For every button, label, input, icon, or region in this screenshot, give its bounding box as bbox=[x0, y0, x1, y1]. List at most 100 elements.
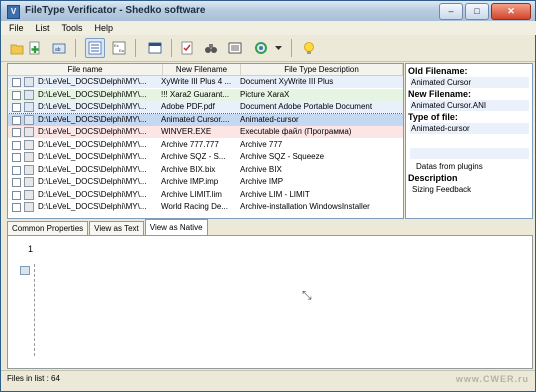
cell-new: XyWrite III Plus 4 ... bbox=[161, 77, 232, 86]
columns-view-button[interactable]: Ex Ea bbox=[109, 38, 129, 58]
cell-new: WINVER.EXE bbox=[161, 127, 212, 136]
file-type-icon bbox=[24, 77, 34, 87]
close-button[interactable]: ✕ bbox=[491, 3, 531, 20]
row-checkbox[interactable] bbox=[12, 90, 21, 100]
refresh-button[interactable] bbox=[251, 38, 271, 58]
list-item[interactable]: D:\LeVeL_DOCS\Delphi\MY\... WINVER.EXE Exe… bbox=[8, 126, 403, 138]
minimize-button[interactable]: – bbox=[439, 3, 463, 20]
cell-desc: Executable файл (Программа) bbox=[240, 127, 352, 136]
rename-icon: ab bbox=[52, 43, 66, 54]
properties-icon bbox=[228, 42, 242, 54]
row-checkbox[interactable] bbox=[12, 128, 21, 137]
window-title: FileType Verificator - Shedko software bbox=[25, 5, 206, 16]
cell-file: D:\LeVeL_DOCS\Delphi\MY\... bbox=[38, 89, 147, 99]
native-view-pane: 1 ⤡ bbox=[7, 235, 533, 369]
row-checkbox[interactable] bbox=[12, 153, 21, 162]
list-item[interactable]: D:\LeVeL_DOCS\Delphi\MY\... Archive SQZ -… bbox=[8, 151, 403, 163]
open-folder-button[interactable] bbox=[7, 38, 27, 58]
add-button[interactable] bbox=[25, 38, 45, 58]
file-type-icon bbox=[24, 139, 34, 150]
list-item[interactable]: D:\LeVeL_DOCS\Delphi\MY\... Adobe PDF.pdf… bbox=[8, 101, 403, 113]
app-window: V FileType Verificator - Shedko software… bbox=[0, 0, 536, 392]
list-header: File name New Filename File Type Descrip… bbox=[8, 64, 403, 76]
list-item[interactable]: D:\LeVeL_DOCS\Delphi\MY\... !!! Xara2 Gua… bbox=[8, 88, 403, 101]
cell-new: Animated Cursor.... bbox=[161, 114, 230, 124]
tab-view-as-native[interactable]: View as Native bbox=[144, 219, 208, 235]
toolbar: ab Ex Ea bbox=[1, 35, 535, 62]
slider-ticks bbox=[34, 264, 38, 356]
checklist-button[interactable] bbox=[177, 38, 197, 58]
status-bar: Files in list : 64 www.CWER.ru bbox=[1, 370, 535, 387]
old-filename-label: Old Filename: bbox=[408, 66, 468, 76]
list-item[interactable]: D:\LeVeL_DOCS\Delphi\MY\... Archive 777.7… bbox=[8, 138, 403, 151]
menu-list[interactable]: List bbox=[36, 23, 50, 33]
window-view-button[interactable] bbox=[145, 38, 165, 58]
row-checkbox[interactable] bbox=[12, 103, 21, 112]
file-type-icon bbox=[24, 164, 34, 175]
file-type-icon bbox=[24, 177, 34, 187]
menu-bar: File List Tools Help bbox=[1, 21, 536, 35]
row-checkbox[interactable] bbox=[12, 115, 21, 125]
tab-view-as-text[interactable]: View as Text bbox=[89, 221, 144, 235]
plugin-data-empty bbox=[410, 137, 529, 148]
menu-help[interactable]: Help bbox=[95, 23, 114, 33]
cell-file: D:\LeVeL_DOCS\Delphi\MY\... bbox=[38, 114, 147, 124]
svg-text:Ex: Ex bbox=[114, 43, 119, 48]
cell-desc: Archive BIX bbox=[240, 164, 282, 174]
checklist-icon bbox=[181, 41, 193, 55]
cell-file: D:\LeVeL_DOCS\Delphi\MY\... bbox=[38, 152, 147, 161]
list-item[interactable]: D:\LeVeL_DOCS\Delphi\MY\... XyWrite III P… bbox=[8, 76, 403, 88]
row-checkbox[interactable] bbox=[12, 78, 21, 87]
row-checkbox[interactable] bbox=[12, 140, 21, 150]
toolbar-separator bbox=[75, 39, 76, 57]
tab-common-properties[interactable]: Common Properties bbox=[7, 221, 89, 235]
column-header-new-filename[interactable]: New Filename bbox=[163, 64, 241, 75]
list-view-icon bbox=[88, 41, 102, 55]
refresh-dropdown[interactable] bbox=[273, 38, 283, 58]
details-panel: Old Filename: Animated Cursor New Filena… bbox=[405, 63, 533, 219]
properties-button[interactable] bbox=[225, 38, 245, 58]
dropdown-arrow-icon bbox=[275, 46, 282, 50]
toolbar-separator bbox=[291, 39, 292, 57]
list-item[interactable]: D:\LeVeL_DOCS\Delphi\MY\... Archive BIX.b… bbox=[8, 163, 403, 176]
list-item[interactable]: D:\LeVeL_DOCS\Delphi\MY\... Archive LIMIT… bbox=[8, 188, 403, 201]
column-header-file-name[interactable]: File name bbox=[8, 64, 163, 75]
file-list[interactable]: File name New Filename File Type Descrip… bbox=[7, 63, 404, 219]
cell-desc: Animated-cursor bbox=[240, 114, 299, 124]
svg-text:ab: ab bbox=[55, 47, 61, 53]
open-folder-icon bbox=[10, 44, 24, 55]
file-type-icon bbox=[24, 152, 34, 162]
list-item[interactable]: D:\LeVeL_DOCS\Delphi\MY\... Animated Curs… bbox=[8, 112, 403, 127]
list-item[interactable]: D:\LeVeL_DOCS\Delphi\MY\... World Racing … bbox=[8, 201, 403, 213]
maximize-button[interactable]: □ bbox=[465, 3, 489, 20]
sizing-cursor-icon: ⤡ bbox=[302, 288, 312, 302]
row-checkbox[interactable] bbox=[12, 178, 21, 187]
cell-new: World Racing De... bbox=[161, 202, 228, 211]
frame-slider-thumb[interactable] bbox=[20, 266, 30, 275]
file-type-icon bbox=[24, 102, 34, 112]
column-header-type-description[interactable]: File Type Description bbox=[241, 64, 403, 75]
cell-new: Adobe PDF.pdf bbox=[161, 102, 215, 111]
menu-tools[interactable]: Tools bbox=[62, 23, 83, 33]
type-of-file-label: Type of file: bbox=[408, 112, 458, 122]
new-filename-label: New Filename: bbox=[408, 89, 472, 99]
title-bar[interactable]: V FileType Verificator - Shedko software… bbox=[1, 1, 535, 21]
cell-desc: Archive IMP bbox=[240, 177, 284, 186]
cell-new: Archive SQZ - S... bbox=[161, 152, 226, 161]
row-checkbox[interactable] bbox=[12, 203, 21, 212]
cell-new: Archive 777.777 bbox=[161, 139, 219, 149]
rename-button[interactable]: ab bbox=[49, 38, 69, 58]
old-filename-value: Animated Cursor bbox=[410, 77, 529, 88]
list-view-button[interactable] bbox=[85, 38, 105, 58]
file-type-icon bbox=[24, 127, 34, 137]
app-icon: V bbox=[7, 5, 20, 19]
menu-file[interactable]: File bbox=[9, 23, 24, 33]
row-checkbox[interactable] bbox=[12, 190, 21, 200]
tips-button[interactable] bbox=[299, 38, 319, 58]
row-checkbox[interactable] bbox=[12, 165, 21, 175]
list-item[interactable]: D:\LeVeL_DOCS\Delphi\MY\... Archive IMP.i… bbox=[8, 176, 403, 188]
columns-view-icon: ExEa bbox=[112, 41, 126, 55]
toolbar-separator bbox=[135, 39, 136, 57]
binoculars-button[interactable] bbox=[201, 38, 221, 58]
watermark: www.CWER.ru bbox=[455, 374, 529, 384]
